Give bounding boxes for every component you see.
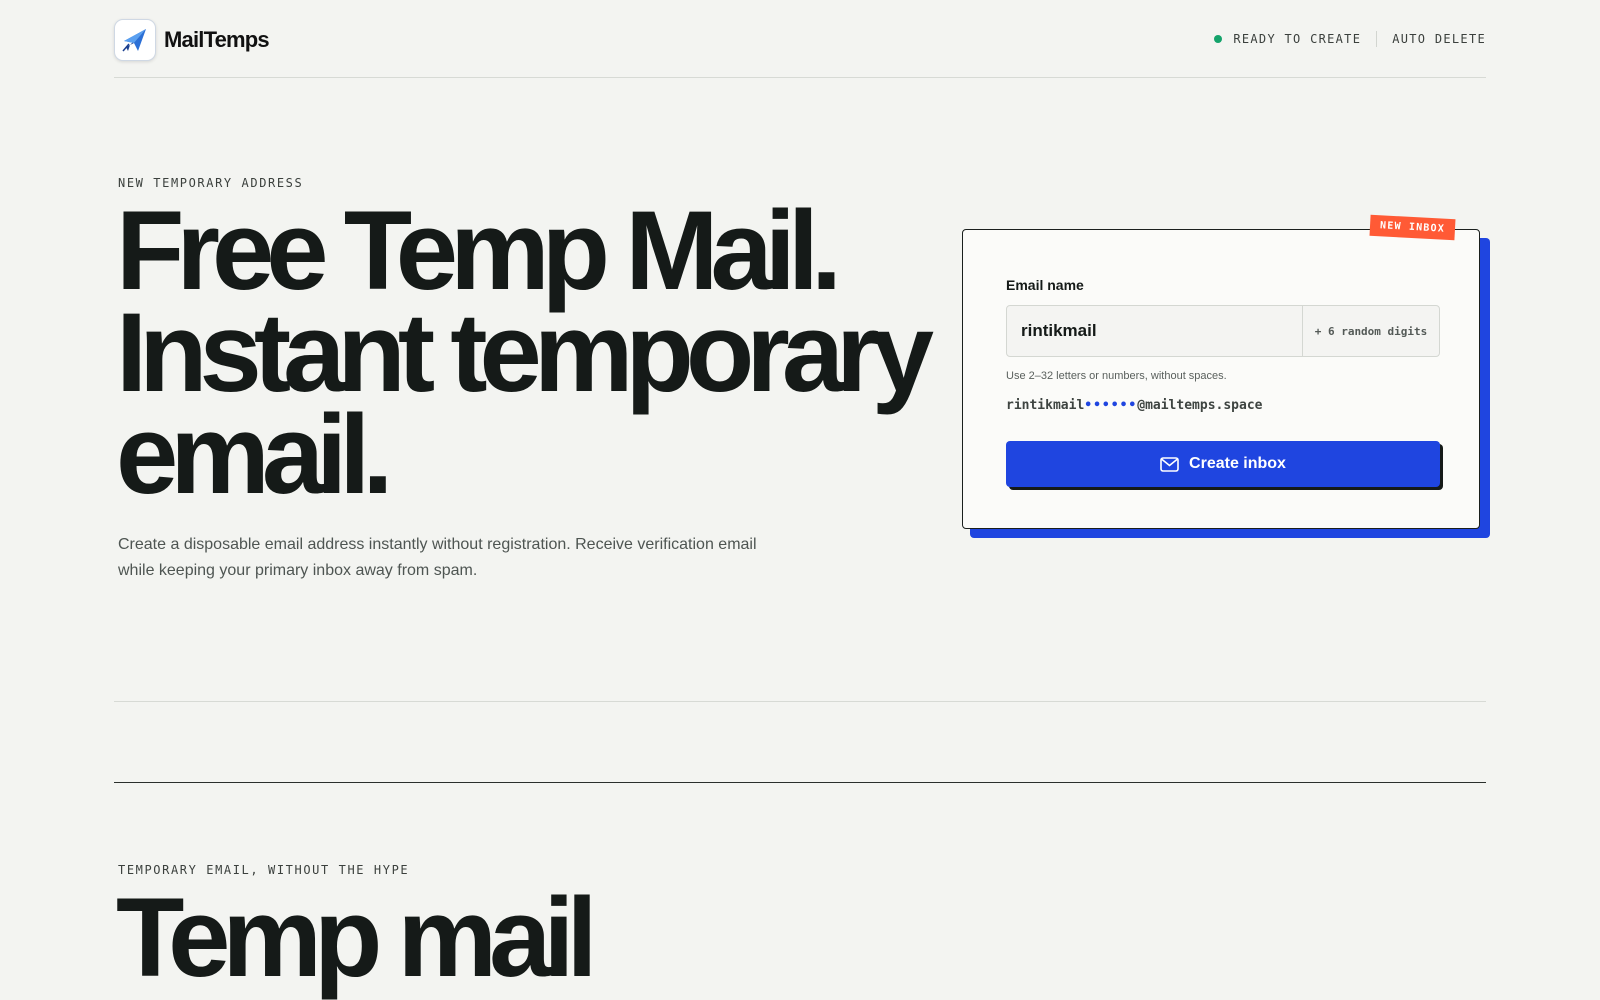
status-label: READY TO CREATE [1233,32,1362,46]
status-dot-icon [1214,35,1223,43]
email-name-field: + 6 random digits [1006,305,1440,357]
hero-title-line-3: email. [116,392,394,517]
preview-name: rintikmail [1006,398,1085,413]
hero-description: Create a disposable email address instan… [118,536,757,579]
hero-title-line-1: Free Temp Mail. [116,188,842,313]
address-preview: rintikmail••••••@mailtemps.space [1006,398,1262,413]
create-inbox-button[interactable]: Create inbox [1006,441,1440,487]
brand-logo[interactable]: MailTemps [114,19,270,61]
preview-random-dots: •••••• [1084,398,1138,413]
create-inbox-label: Create inbox [1189,455,1286,472]
email-name-hint: Use 2–32 letters or numbers, without spa… [1006,370,1227,382]
random-digits-suffix: + 6 random digits [1302,306,1439,356]
hero-title: Free Temp Mail. Instant temporary email. [116,188,934,517]
create-inbox-card: NEW INBOX Email name + 6 random digits U… [962,214,1480,529]
email-name-input[interactable] [1007,306,1302,356]
preview-domain: @mailtemps.space [1137,398,1263,413]
rocket-mail-icon [114,19,156,61]
status-divider [1376,31,1378,47]
auto-delete-label: AUTO DELETE [1392,32,1486,46]
section-title: Temp mail [116,875,598,1000]
section-divider [114,701,1486,702]
email-name-label: Email name [1006,277,1084,293]
new-inbox-badge: NEW INBOX [1369,214,1456,241]
brand-name: MailTemps [164,27,270,52]
site-header: MailTemps READY TO CREATE AUTO DELETE [114,0,1486,78]
mail-icon [1160,456,1179,472]
hero-title-line-2: Instant temporary [116,290,934,415]
section-rule [114,782,1486,783]
status-bar: READY TO CREATE AUTO DELETE [1214,31,1486,47]
